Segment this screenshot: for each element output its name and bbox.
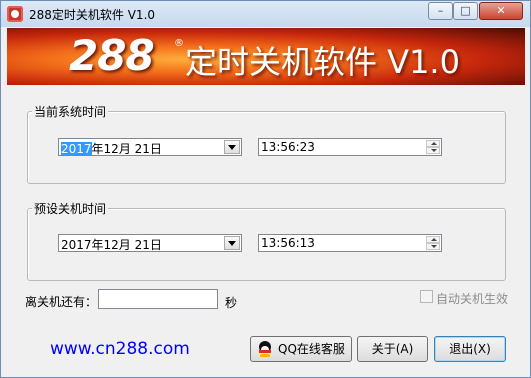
- shutdown-time-spinner[interactable]: [426, 236, 440, 250]
- current-time-legend: 当前系统时间: [32, 103, 109, 120]
- registered-mark: ®: [174, 38, 184, 49]
- current-date-value: 2017年12月 21日: [61, 140, 162, 157]
- remaining-seconds-field[interactable]: [98, 289, 218, 309]
- seconds-unit-label: 秒: [225, 296, 238, 310]
- spin-down-icon[interactable]: [426, 243, 440, 250]
- auto-shutdown-checkbox[interactable]: [420, 290, 433, 303]
- current-date-rest: 年12月 21日: [91, 142, 162, 156]
- close-button[interactable]: ✕: [479, 2, 523, 20]
- current-date-dropdown-button[interactable]: [224, 140, 240, 154]
- shutdown-date-dropdown-button[interactable]: [224, 236, 240, 250]
- spin-up-icon[interactable]: [426, 140, 440, 147]
- current-time-spinner[interactable]: [426, 140, 440, 154]
- shutdown-time-legend: 预设关机时间: [32, 200, 109, 217]
- current-date-year: 2017: [61, 142, 92, 156]
- title-bar[interactable]: 288定时关机软件 V1.0 – □ ✕: [1, 1, 530, 27]
- current-time-group: 当前系统时间 2017年12月 21日 13:56:23: [27, 103, 506, 184]
- window-title: 288定时关机软件 V1.0: [29, 8, 156, 22]
- banner-logo: 288: [69, 31, 155, 80]
- app-window: 288定时关机软件 V1.0 – □ ✕ 288 ® 定时关机软件 V1.0 当…: [0, 0, 531, 378]
- shutdown-time-picker[interactable]: 13:56:13: [258, 234, 442, 252]
- about-button[interactable]: 关于(A): [357, 336, 428, 362]
- auto-shutdown-label[interactable]: 自动关机生效: [436, 290, 508, 307]
- website-link[interactable]: www.cn288.com: [50, 339, 190, 359]
- spin-down-icon[interactable]: [426, 147, 440, 154]
- exit-button[interactable]: 退出(X): [434, 336, 506, 362]
- shutdown-date-picker[interactable]: 2017年12月 21日: [58, 234, 242, 252]
- qq-penguin-icon: [257, 341, 273, 357]
- qq-support-button[interactable]: QQ在线客服: [250, 336, 352, 362]
- maximize-button[interactable]: □: [453, 2, 478, 20]
- shutdown-time-group: 预设关机时间 2017年12月 21日 13:56:13: [27, 200, 506, 281]
- minimize-button[interactable]: –: [428, 2, 453, 20]
- shutdown-date-value: 2017年12月 21日: [61, 238, 162, 252]
- alarm-clock-icon: [7, 6, 23, 22]
- current-date-picker[interactable]: 2017年12月 21日: [58, 138, 242, 156]
- remaining-label: 离关机还有：: [25, 295, 98, 309]
- qq-support-label: QQ在线客服: [278, 342, 345, 356]
- shutdown-time-value: 13:56:13: [261, 236, 315, 250]
- current-time-value: 13:56:23: [261, 140, 315, 154]
- banner-image: 288 ® 定时关机软件 V1.0: [7, 28, 525, 85]
- spin-up-icon[interactable]: [426, 236, 440, 243]
- current-time-picker[interactable]: 13:56:23: [258, 138, 442, 156]
- banner-title: 定时关机软件 V1.0: [185, 43, 460, 81]
